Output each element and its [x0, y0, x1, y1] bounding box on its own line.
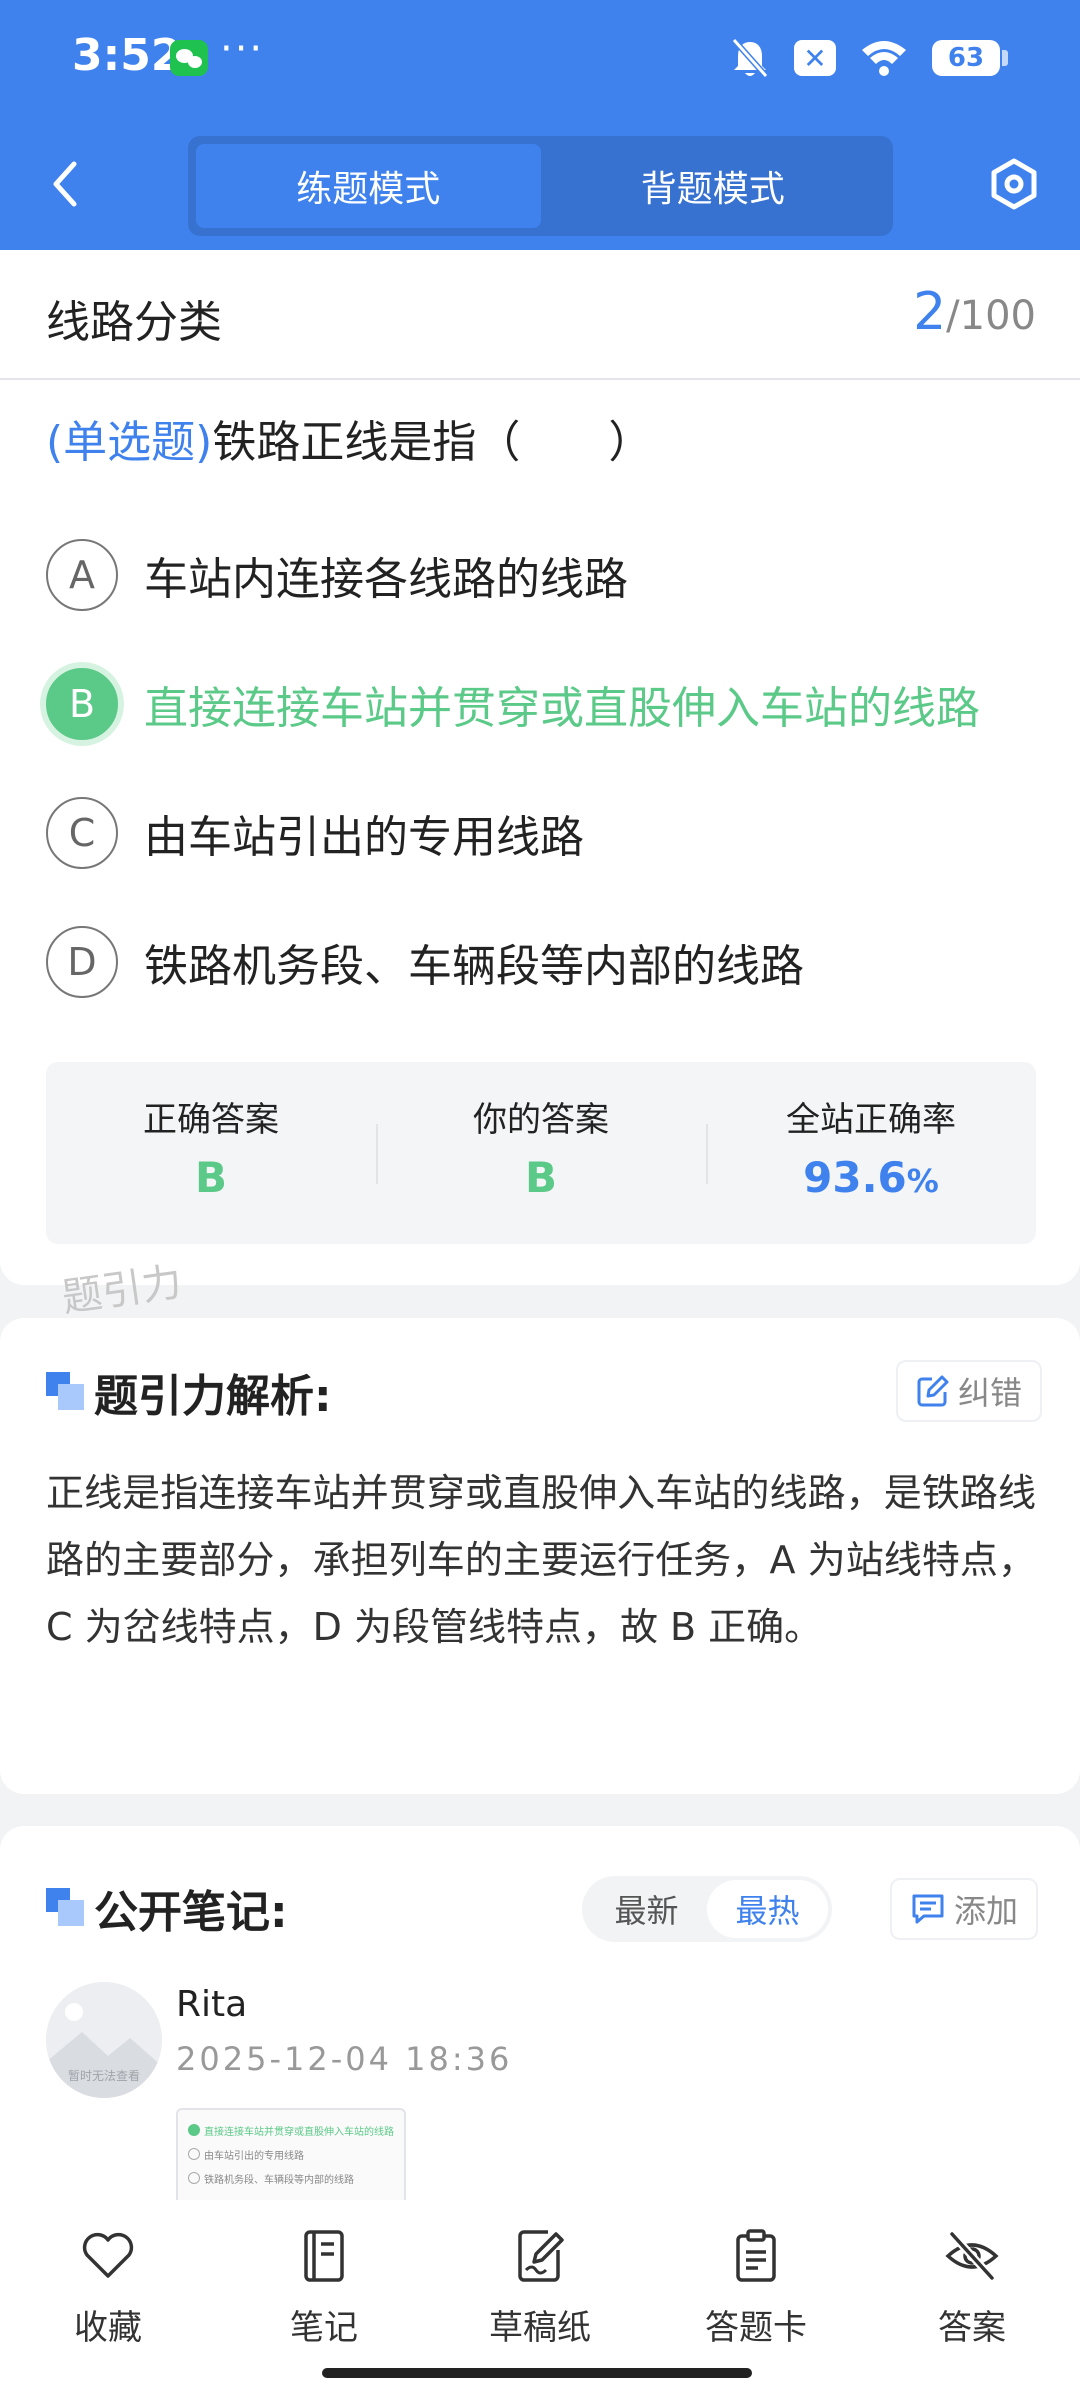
option-a[interactable]: A 车站内连接各线路的线路 [46, 538, 628, 612]
accuracy-stat: 全站正确率 93.6% [706, 1062, 1036, 1244]
section-square-icon [46, 1372, 84, 1410]
report-error-button[interactable]: 纠错 [896, 1360, 1043, 1422]
home-indicator[interactable] [322, 2368, 752, 2378]
draft-paper-label: 草稿纸 [489, 2308, 591, 2348]
accuracy-unit: % [906, 1162, 939, 1200]
your-answer-stat: 你的答案 B [376, 1062, 706, 1244]
tab-memorize-mode[interactable]: 背题模式 [541, 144, 886, 228]
notes-label: 笔记 [290, 2308, 358, 2348]
option-letter: A [46, 539, 118, 611]
thumb-line: 铁路机务段、车辆段等内部的线路 [188, 2166, 394, 2190]
comment-icon [912, 1894, 944, 1924]
app-header: 3:52 ··· ✕ 63 练题模式 背题模式 [0, 0, 1080, 250]
more-notifications-icon: ··· [220, 26, 265, 72]
analysis-text: 正线是指连接车站并贯穿或直股伸入车站的线路，是铁路线路的主要部分，承担列车的主要… [46, 1471, 1036, 1649]
thumb-line: 直接连接车站并贯穿或直股伸入车站的线路 [188, 2118, 394, 2142]
stat-label: 正确答案 [143, 1100, 279, 1140]
wechat-notification-icon [170, 40, 208, 76]
add-note-button[interactable]: 添加 [890, 1878, 1039, 1940]
draft-paper-button[interactable]: 草稿纸 [460, 2226, 620, 2349]
answer-card-icon [736, 2229, 776, 2282]
notes-sort-toggle: 最新 最热 [582, 1876, 832, 1942]
option-d[interactable]: D 铁路机务段、车辆段等内部的线路 [46, 925, 804, 999]
show-answer-label: 答案 [938, 2308, 1006, 2348]
option-letter: D [46, 926, 118, 998]
analysis-title: 题引力解析: [94, 1371, 332, 1422]
question-text: 铁路正线是指（ ） [212, 417, 653, 468]
wifi-icon [862, 41, 906, 76]
notes-title: 公开笔记: [94, 1887, 288, 1938]
thumb-line: 由车站引出的专用线路 [188, 2142, 394, 2166]
stat-label: 全站正确率 [786, 1100, 956, 1140]
favorite-button[interactable]: 收藏 [28, 2226, 188, 2349]
correct-answer-stat: 正确答案 B [46, 1062, 376, 1244]
notebook-icon [304, 2230, 344, 2282]
close-notification-icon: ✕ [794, 40, 836, 76]
option-c[interactable]: C 由车站引出的专用线路 [46, 796, 584, 870]
question-stem: (单选题)铁路正线是指（ ） [46, 406, 652, 470]
top-nav: 练题模式 背题模式 [0, 128, 1080, 238]
option-letter: C [46, 797, 118, 869]
favorite-label: 收藏 [74, 2308, 142, 2348]
add-note-label: 添加 [954, 1892, 1019, 1930]
option-letter: B [46, 668, 118, 740]
mode-switch: 练题模式 背题模式 [188, 136, 893, 236]
status-bar: 3:52 ··· ✕ 63 [0, 0, 1080, 115]
sort-hottest[interactable]: 最热 [707, 1880, 828, 1938]
category-title: 线路分类 [46, 297, 222, 348]
option-b[interactable]: B 直接连接车站并贯穿或直股伸入车站的线路 [46, 667, 980, 741]
category-row: 线路分类 2/100 [0, 250, 1080, 380]
heart-icon [82, 2232, 134, 2278]
note-time: 2025-12-04 18:36 [176, 2040, 513, 2078]
accuracy-number: 93.6 [803, 1153, 907, 1202]
progress-current: 2 [913, 282, 947, 342]
avatar-caption: 暂时无法查看 [68, 2069, 140, 2083]
notes-button[interactable]: 笔记 [244, 2226, 404, 2349]
question-type: (单选题) [46, 417, 213, 468]
question-card: 线路分类 2/100 (单选题)铁路正线是指（ ） A 车站内连接各线路的线路 … [0, 250, 1080, 1285]
answer-card-button[interactable]: 答题卡 [676, 2226, 836, 2349]
eye-off-icon [945, 2231, 999, 2281]
correct-answer-value: B [194, 1153, 227, 1202]
show-answer-button[interactable]: 答案 [892, 2226, 1052, 2349]
tab-practice-mode[interactable]: 练题模式 [196, 144, 541, 228]
status-time: 3:52 [72, 30, 182, 81]
battery-icon: 63 [932, 40, 1008, 76]
progress-total: /100 [946, 293, 1036, 339]
stat-label: 你的答案 [473, 1100, 609, 1140]
option-text: 铁路机务段、车辆段等内部的线路 [144, 941, 804, 992]
option-text: 由车站引出的专用线路 [144, 812, 584, 863]
report-error-label: 纠错 [958, 1374, 1023, 1412]
avatar-placeholder-icon: 暂时无法查看 [46, 1982, 162, 2098]
back-arrow-icon[interactable] [42, 156, 92, 212]
note-author: Rita [176, 1984, 248, 2025]
draft-paper-icon [518, 2230, 564, 2282]
settings-icon[interactable] [986, 156, 1042, 212]
your-answer-value: B [524, 1153, 557, 1202]
option-text: 直接连接车站并贯穿或直股伸入车站的线路 [144, 683, 980, 734]
option-text: 车站内连接各线路的线路 [144, 554, 628, 605]
answer-stats: 正确答案 B 你的答案 B 全站正确率 93.6% [46, 1062, 1036, 1244]
edit-icon [917, 1375, 949, 1407]
notes-card: 公开笔记: 最新 最热 添加 暂时无法查看 Rita 2025-12-04 18… [0, 1826, 1080, 2226]
section-square-icon [46, 1888, 84, 1926]
accuracy-value: 93.6% [706, 1153, 1036, 1202]
note-image-thumbnail[interactable]: 直接连接车站并贯穿或直股伸入车站的线路 由车站引出的专用线路 铁路机务段、车辆段… [176, 2108, 406, 2208]
answer-card-label: 答题卡 [705, 2308, 807, 2348]
sort-newest[interactable]: 最新 [586, 1880, 707, 1938]
bell-off-icon [731, 38, 769, 78]
analysis-card: 题引力解析: 纠错 正线是指连接车站并贯穿或直股伸入车站的线路，是铁路线路的主要… [0, 1318, 1080, 1794]
avatar[interactable]: 暂时无法查看 [46, 1982, 162, 2098]
question-progress: 2/100 [913, 282, 1036, 342]
